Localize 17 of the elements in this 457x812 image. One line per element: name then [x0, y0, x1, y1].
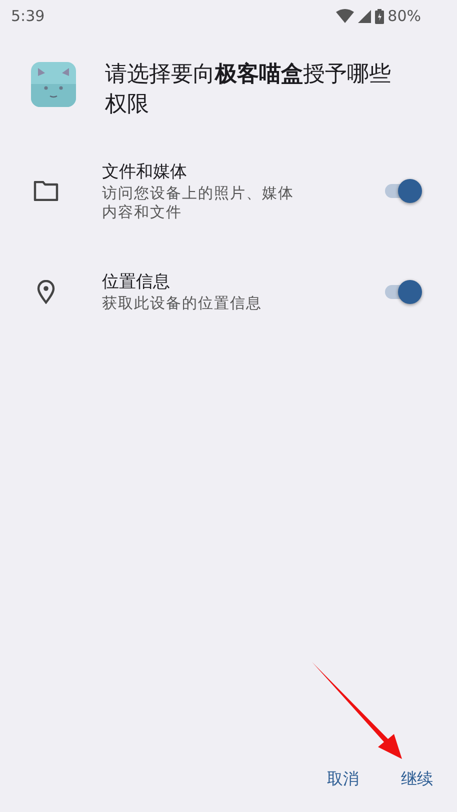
permission-description: 访问您设备上的照片、媒体内容和文件	[102, 184, 295, 222]
permission-switch[interactable]	[383, 178, 423, 204]
permission-description: 获取此设备的位置信息	[102, 294, 263, 313]
dialog-title: 请选择要向极客喵盒授予哪些权限	[105, 60, 392, 119]
permission-title: 位置信息	[102, 271, 171, 294]
permission-switch[interactable]	[383, 278, 423, 304]
text-button[interactable]: 继续	[399, 765, 435, 794]
app-icon	[31, 62, 76, 107]
folder-icon	[33, 181, 59, 201]
wifi-icon	[336, 9, 354, 23]
text-button[interactable]: 取消	[325, 765, 361, 794]
battery-level: 80%	[388, 7, 421, 25]
battery-icon	[374, 8, 384, 24]
signal-icon	[358, 10, 371, 22]
location-pin-icon	[37, 280, 55, 304]
permission-title: 文件和媒体	[102, 161, 188, 184]
status-time: 5:39	[11, 7, 45, 25]
